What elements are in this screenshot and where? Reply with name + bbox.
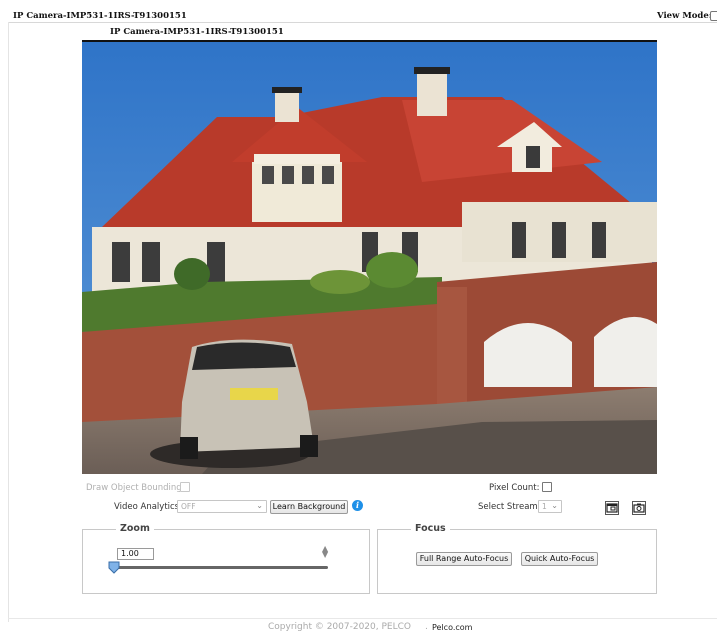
footer-separator: . [425, 622, 428, 631]
focus-legend: Focus [411, 523, 450, 534]
zoom-spin-arrows-icon[interactable]: ▲ ▼ [322, 545, 328, 559]
select-stream-label: Select Stream: [478, 502, 541, 512]
draw-object-bounding-label: Draw Object Bounding: [86, 483, 185, 493]
camera-name: IP Camera-IMP531-1IRS-T91300151 [110, 27, 284, 37]
zoom-slider-thumb[interactable] [108, 561, 120, 574]
zoom-value-input[interactable]: 1.00 [117, 548, 154, 560]
video-analytics-label: Video Analytics: [114, 502, 182, 512]
zoom-panel [82, 529, 370, 594]
quick-auto-focus-button[interactable]: Quick Auto-Focus [521, 552, 598, 566]
video-analytics-select[interactable]: OFF ⌄ [177, 500, 267, 513]
pelco-link[interactable]: Pelco.com [432, 623, 472, 631]
live-video-view[interactable] [82, 40, 657, 474]
header-divider [8, 22, 717, 23]
info-icon[interactable]: i [352, 500, 363, 511]
snapshot-camera-icon[interactable] [632, 501, 646, 515]
content-border [8, 22, 9, 622]
video-analytics-value: OFF [181, 502, 196, 511]
video-frame-image [82, 42, 657, 474]
draw-object-bounding-checkbox[interactable] [180, 482, 190, 492]
select-stream-value: 1 [542, 502, 547, 511]
full-range-auto-focus-button[interactable]: Full Range Auto-Focus [416, 552, 512, 566]
chevron-down-icon: ⌄ [256, 501, 263, 510]
page-title: IP Camera-IMP531-1IRS-T91300151 [13, 11, 187, 21]
pixel-count-label: Pixel Count: [489, 483, 540, 493]
select-stream-dropdown[interactable]: 1 ⌄ [538, 500, 562, 513]
view-mode-toggle[interactable] [710, 11, 717, 21]
popout-window-icon[interactable] [605, 501, 619, 515]
copyright-text: Copyright © 2007-2020, PELCO [268, 622, 411, 631]
learn-background-button[interactable]: Learn Background [270, 500, 348, 514]
chevron-down-icon: ⌄ [551, 501, 558, 510]
view-mode-label: View Mode: [657, 11, 712, 21]
pixel-count-checkbox[interactable] [542, 482, 552, 492]
zoom-slider-track[interactable] [112, 566, 328, 569]
zoom-legend: Zoom [116, 523, 154, 534]
footer-divider [8, 618, 717, 619]
top-bar: IP Camera-IMP531-1IRS-T91300151 View Mod… [0, 0, 717, 26]
